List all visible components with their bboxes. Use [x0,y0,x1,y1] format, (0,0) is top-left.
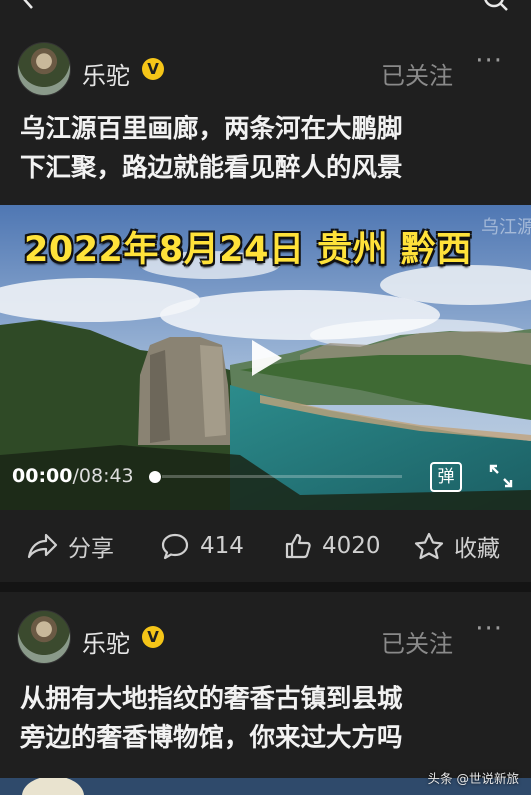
star-icon [414,532,444,560]
thumbnail-decoration [22,778,84,795]
favorite-label: 收藏 [454,536,500,562]
progress-track[interactable] [162,475,402,478]
post-title[interactable]: 从拥有大地指纹的奢香古镇到县城 旁边的奢香博物馆，你来过大方吗 [20,680,500,758]
post-title-line: 下汇聚，路边就能看见醉人的风景 [20,153,403,183]
danmu-toggle-button[interactable]: 弹 [430,462,462,492]
author-name[interactable]: 乐驼 [82,624,130,659]
top-bar [0,0,531,22]
follow-button[interactable]: 已关注 [381,624,453,659]
post-header: 乐驼 V 已关注 ··· [0,604,531,670]
post-title-line: 乌江源百里画廊，两条河在大鹏脚 [20,114,403,144]
like-button[interactable]: 4020 [284,525,381,567]
more-options-icon[interactable]: ··· [475,46,503,76]
video-duration: /08:43 [72,465,134,487]
like-count: 4020 [322,533,381,559]
post-title[interactable]: 乌江源百里画廊，两条河在大鹏脚 下汇聚，路边就能看见醉人的风景 [20,110,500,188]
source-credit: 头条 @世说新旅 [427,771,519,786]
avatar[interactable] [17,42,71,96]
back-arrow-icon[interactable] [18,0,40,10]
share-button[interactable]: 分享 [26,525,114,567]
comment-icon [161,533,189,560]
follow-button[interactable]: 已关注 [381,56,453,91]
post-title-line: 旁边的奢香博物馆，你来过大方吗 [20,723,403,753]
post-header: 乐驼 V 已关注 ··· [0,36,531,102]
comment-button[interactable]: 414 [160,525,244,567]
avatar[interactable] [17,610,71,664]
progress-handle[interactable] [149,471,161,483]
verified-badge-icon: V [142,626,164,648]
video-time: 00:00/08:43 [12,465,134,487]
share-icon [27,533,58,559]
search-icon[interactable] [483,0,509,12]
like-icon [285,533,311,559]
verified-badge-icon: V [142,58,164,80]
comment-count: 414 [200,533,244,559]
video-watermark: 乌江源 [481,217,531,238]
fullscreen-icon[interactable] [487,462,515,490]
favorite-button[interactable]: 收藏 [414,525,500,567]
post-title-line: 从拥有大地指纹的奢香古镇到县城 [20,684,403,714]
author-name[interactable]: 乐驼 [82,56,130,91]
current-time: 00:00 [12,465,73,487]
action-bar: 分享 414 4020 收藏 [0,525,531,567]
share-label: 分享 [68,536,114,562]
feed-divider [0,582,531,592]
more-options-icon[interactable]: ··· [475,614,503,644]
play-icon[interactable] [246,338,286,378]
video-overlay-text: 2022年8月24日 贵州 黔西 [24,230,472,270]
